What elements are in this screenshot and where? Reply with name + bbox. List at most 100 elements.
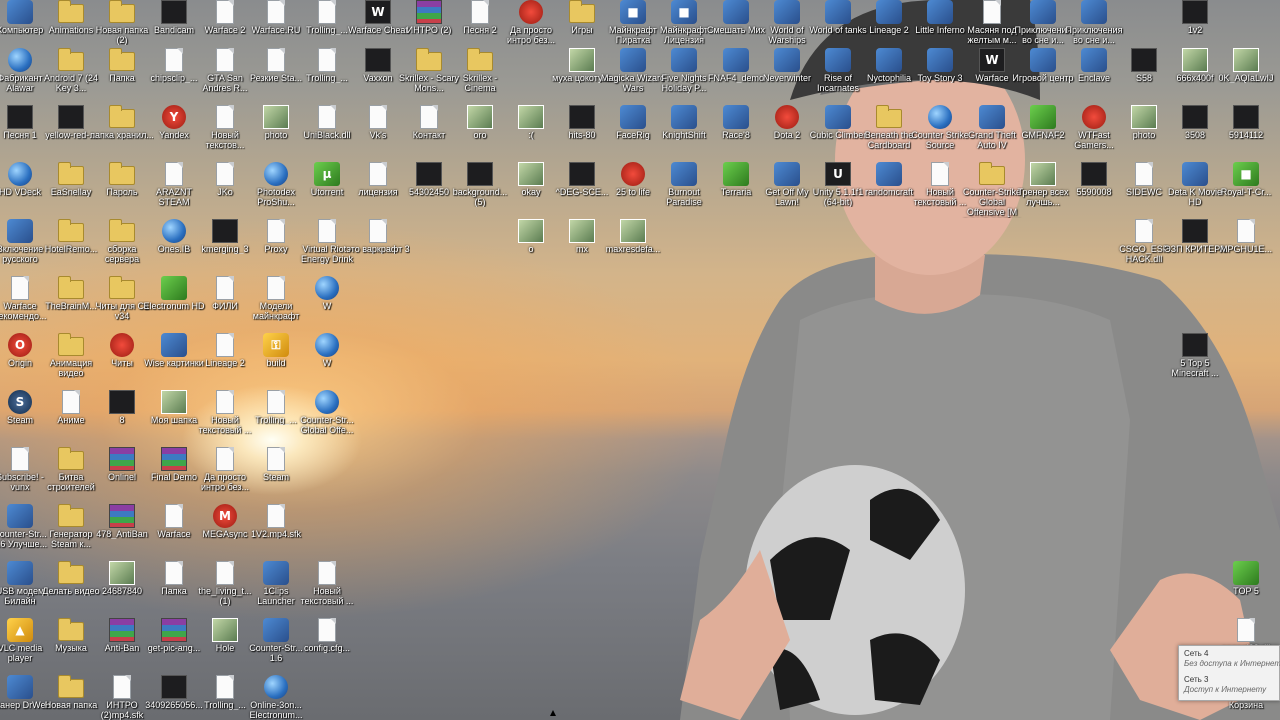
- desktop-icon[interactable]: Counter-Str... Global Offe...: [300, 390, 354, 446]
- app-icon: [212, 219, 238, 243]
- desktop-icon[interactable]: 1V2.mp4.sfk: [250, 504, 302, 560]
- desktop-icon[interactable]: Читы для Cs v34: [96, 276, 149, 332]
- folder-icon: [569, 0, 595, 23]
- app-icon: [620, 105, 646, 129]
- desktop-icon[interactable]: Five Nights Holiday P...: [658, 48, 710, 104]
- modem-icon: [7, 561, 33, 585]
- app-icon: [723, 0, 749, 24]
- desktop-icon[interactable]: ■ Royal-T-Cr...: [1220, 162, 1272, 218]
- folder-icon: [58, 447, 84, 470]
- desktop-icon[interactable]: Anti-Ban: [96, 618, 148, 674]
- desktop-icon[interactable]: KnightShift: [658, 105, 710, 161]
- desktop-icon[interactable]: Папка: [96, 48, 148, 104]
- desktop-icon[interactable]: Burnout Paradise: [658, 162, 710, 218]
- mega-icon: M: [213, 504, 237, 528]
- media-icon: [569, 105, 595, 129]
- app-icon: [7, 219, 33, 243]
- unity-icon-glyph: U: [833, 167, 843, 181]
- file-icon: [216, 162, 234, 186]
- image-icon: [161, 675, 187, 699]
- folder-icon: [109, 276, 135, 299]
- file-icon: [216, 390, 234, 414]
- game-icon: [876, 0, 902, 24]
- file-icon: [267, 390, 285, 414]
- file-icon: [11, 447, 29, 471]
- media-icon: [519, 0, 543, 24]
- game-icon: [825, 0, 851, 24]
- desktop-icon[interactable]: 24687840: [96, 561, 148, 617]
- mouse-cursor-icon: [550, 710, 556, 716]
- image-icon: [467, 162, 493, 186]
- desktop-icon[interactable]: Сканер DrWeb: [0, 675, 50, 720]
- desktop-icon[interactable]: config.cfg...: [301, 618, 353, 674]
- desktop-icon[interactable]: 5914112: [1220, 105, 1272, 161]
- game-icon: [825, 48, 851, 72]
- folder-icon: [58, 162, 84, 185]
- file-icon: [267, 504, 285, 528]
- desktop-icon-label: Online-3on... Electronum...: [249, 700, 303, 720]
- file-icon: [369, 219, 387, 243]
- warface-icon: W: [979, 48, 1005, 72]
- desktop-icon[interactable]: Onlinel: [96, 447, 148, 503]
- file-icon: [931, 162, 949, 186]
- game-icon: [775, 105, 799, 129]
- desktop-icon[interactable]: Toy Story 3: [914, 48, 966, 104]
- network-status: Без доступа к Интернету: [1184, 659, 1280, 668]
- computer-icon: [7, 0, 33, 24]
- network-name: Сеть 3: [1184, 675, 1209, 684]
- desktop-icon[interactable]: 5 Top 5 Minecraft ...: [1169, 333, 1221, 389]
- file-icon: [113, 675, 131, 699]
- app-icon: [264, 675, 288, 699]
- desktop-icon[interactable]: maxresdefa...: [606, 219, 660, 275]
- desktop-icon[interactable]: ИНТРО (2)mp4.sfk: [96, 675, 148, 720]
- desktop-icon-label: 5 Top 5 Minecraft ...: [1171, 358, 1219, 378]
- app-icon: [1182, 162, 1208, 186]
- image-icon: [1233, 48, 1259, 72]
- desktop-icon[interactable]: Counter Strike Source: [911, 105, 969, 161]
- file-icon: [165, 48, 183, 72]
- image-icon: [1081, 162, 1107, 186]
- desktop-icon[interactable]: папка хранил...: [90, 105, 154, 161]
- game-icon: [671, 162, 697, 186]
- file-icon: [318, 219, 336, 243]
- desktop-icon[interactable]: W: [301, 276, 353, 332]
- desktop-icon[interactable]: сборка сервера: [96, 219, 148, 275]
- desktop-icon[interactable]: 3409265056...: [145, 675, 203, 720]
- desktop-icon[interactable]: 0K_AQIaLwIJ: [1218, 48, 1274, 104]
- unity-icon: U: [825, 162, 851, 186]
- desktop-icon[interactable]: Skrillex - Cinema: [454, 48, 506, 104]
- desktop-icon[interactable]: Читы: [96, 333, 148, 389]
- app-icon: [1082, 105, 1106, 129]
- desktop-icon[interactable]: Новый текстовый ...: [301, 561, 353, 617]
- desktop-icon[interactable]: это варкрафт 3: [346, 219, 410, 275]
- desktop-icon[interactable]: Пароль: [96, 162, 148, 218]
- steam-icon-glyph: S: [15, 395, 25, 409]
- desktop-icon[interactable]: 478_AntiBan: [96, 504, 148, 560]
- desktop-icon[interactable]: Online-3on... Electronum...: [249, 675, 303, 720]
- network-status: Доступ к Интернету: [1184, 685, 1267, 694]
- folder-icon: [58, 276, 84, 299]
- desktop-icon[interactable]: W: [301, 333, 353, 389]
- folder-icon: [109, 48, 135, 71]
- folder-icon: [876, 105, 902, 128]
- app-icon: [1030, 105, 1056, 129]
- desktop-icon-label: 0K_AQIaLwIJ: [1218, 73, 1274, 83]
- desktop-icon[interactable]: Новый текстовый ...: [914, 162, 966, 218]
- game-icon: [723, 162, 749, 186]
- desktop-icon[interactable]: TOP 5: [1220, 561, 1272, 617]
- app-icon: [1030, 162, 1056, 186]
- minecraft-icon: ■: [620, 0, 646, 24]
- file-icon: [165, 561, 183, 585]
- desktop-icon[interactable]: Steam: [250, 447, 302, 503]
- image-icon: [1182, 48, 1208, 72]
- game-icon: [1081, 0, 1107, 24]
- game-icon: [876, 162, 902, 186]
- game-icon: [774, 48, 800, 72]
- desktop-icon[interactable]: 8: [96, 390, 148, 446]
- desktop-icon[interactable]: MPGHU1E...: [1220, 219, 1272, 275]
- game-icon: [7, 504, 33, 528]
- network-status-popup: Сеть 4 Без доступа к Интернету Сеть 3 До…: [1178, 645, 1280, 701]
- steam-icon: S: [8, 390, 32, 414]
- file-icon: [318, 105, 336, 129]
- file-icon: [216, 561, 234, 585]
